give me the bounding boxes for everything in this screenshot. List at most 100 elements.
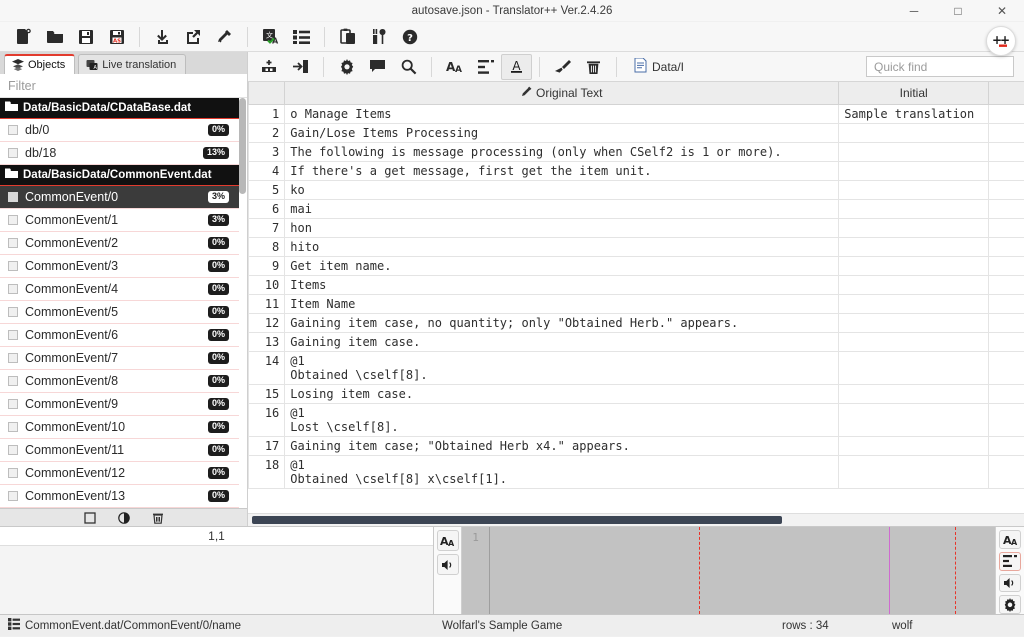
cell-original-text[interactable]: Items [285, 275, 839, 294]
font-size-icon[interactable]: AA [999, 530, 1021, 549]
select-all-icon[interactable] [84, 512, 96, 524]
font-size-icon[interactable]: AA [437, 530, 459, 551]
cell-machine-translation[interactable] [989, 180, 1024, 199]
row-number[interactable]: 5 [249, 180, 285, 199]
checkbox[interactable] [8, 330, 18, 340]
table-row[interactable]: 8hito [249, 237, 1024, 256]
table-row[interactable]: 5ko [249, 180, 1024, 199]
cell-initial[interactable] [839, 256, 989, 275]
minimize-button[interactable]: ─ [892, 0, 936, 22]
column-header-rownum[interactable] [249, 82, 285, 104]
checkbox[interactable] [8, 215, 18, 225]
cell-original-text[interactable]: o Manage Items [285, 104, 839, 123]
row-number[interactable]: 13 [249, 332, 285, 351]
table-row[interactable]: 13Gaining item case. [249, 332, 1024, 351]
export-icon[interactable] [178, 24, 209, 50]
checkbox[interactable] [8, 238, 18, 248]
table-row[interactable]: 11Item Name [249, 294, 1024, 313]
cell-initial[interactable] [839, 161, 989, 180]
maximize-button[interactable]: □ [936, 0, 980, 22]
table-row[interactable]: 14@1 Obtained \cself[8]. [249, 351, 1024, 384]
cell-initial[interactable] [839, 218, 989, 237]
save-as-icon[interactable]: AS [101, 24, 132, 50]
cell-machine-translation[interactable] [989, 351, 1024, 384]
speak-icon[interactable] [437, 554, 459, 575]
cell-original-text[interactable]: Item Name [285, 294, 839, 313]
tree-node-CommonEvent-7[interactable]: CommonEvent/70% [0, 347, 239, 370]
checkbox[interactable] [8, 148, 18, 158]
checkbox[interactable] [8, 491, 18, 501]
checkbox[interactable] [8, 192, 18, 202]
cell-original-text[interactable]: Gaining item case, no quantity; only "Ob… [285, 313, 839, 332]
machine-translate-icon[interactable]: 文A [255, 24, 286, 50]
settings-icon[interactable] [999, 595, 1021, 614]
new-project-icon[interactable] [8, 24, 39, 50]
tree-node-CommonEvent-13[interactable]: CommonEvent/130% [0, 485, 239, 508]
row-number[interactable]: 4 [249, 161, 285, 180]
cell-machine-translation[interactable] [989, 403, 1024, 436]
cell-initial[interactable] [839, 384, 989, 403]
trash-icon[interactable] [578, 54, 609, 80]
quick-find-input[interactable]: Quick find [866, 56, 1014, 77]
cell-initial[interactable] [839, 403, 989, 436]
tree-node-db-18[interactable]: db/1813% [0, 142, 239, 165]
checkbox[interactable] [8, 353, 18, 363]
tree-node-CommonEvent-8[interactable]: CommonEvent/80% [0, 370, 239, 393]
column-header-machine[interactable]: Machine translation [989, 82, 1024, 104]
cell-initial[interactable] [839, 332, 989, 351]
settings-icon[interactable] [331, 54, 362, 80]
row-number[interactable]: 16 [249, 403, 285, 436]
tab-objects[interactable]: Objects [4, 54, 75, 74]
search-icon[interactable] [393, 54, 424, 80]
tree-node-CommonEvent-12[interactable]: CommonEvent/120% [0, 462, 239, 485]
row-number[interactable]: 17 [249, 436, 285, 455]
row-number[interactable]: 9 [249, 256, 285, 275]
cell-initial[interactable] [839, 455, 989, 488]
filter-input[interactable]: Filter [0, 74, 247, 98]
cell-original-text[interactable]: @1 Lost \cself[8]. [285, 403, 839, 436]
checkbox[interactable] [8, 422, 18, 432]
cell-machine-translation[interactable] [989, 384, 1024, 403]
tree-node-db-0[interactable]: db/00% [0, 119, 239, 142]
cell-original-text[interactable]: mai [285, 199, 839, 218]
cell-original-text[interactable]: @1 Obtained \cself[8]. [285, 351, 839, 384]
row-number[interactable]: 6 [249, 199, 285, 218]
checkbox[interactable] [8, 445, 18, 455]
grid-horizontal-scrollbar-thumb[interactable] [252, 516, 782, 524]
row-number[interactable]: 15 [249, 384, 285, 403]
row-number[interactable]: 2 [249, 123, 285, 142]
row-number[interactable]: 8 [249, 237, 285, 256]
cell-initial[interactable] [839, 313, 989, 332]
help-icon[interactable]: ? [394, 24, 425, 50]
inject-icon[interactable] [209, 24, 240, 50]
tools-icon[interactable] [363, 24, 394, 50]
list-icon[interactable] [286, 24, 317, 50]
close-button[interactable]: ✕ [980, 0, 1024, 22]
tree-group[interactable]: Data/BasicData/CDataBase.dat [0, 98, 239, 119]
cell-original-text[interactable]: hon [285, 218, 839, 237]
current-document[interactable]: Data/I [624, 58, 694, 76]
tab-live-translation[interactable]: A Live translation [78, 54, 186, 74]
table-row[interactable]: 7hon [249, 218, 1024, 237]
sidebar-scrollbar[interactable] [239, 98, 246, 508]
column-header-initial[interactable]: Initial [839, 82, 989, 104]
table-row[interactable]: 15Losing item case. [249, 384, 1024, 403]
cell-original-text[interactable]: Gain/Lose Items Processing [285, 123, 839, 142]
cell-initial[interactable]: Sample translation [839, 104, 989, 123]
grid-scroll-area[interactable]: Original Text Initial Machine translatio… [248, 82, 1024, 513]
cell-machine-translation[interactable] [989, 455, 1024, 488]
tree-node-CommonEvent-5[interactable]: CommonEvent/50% [0, 301, 239, 324]
tree-group[interactable]: Data/BasicData/CommonEvent.dat [0, 165, 239, 186]
cell-original-text[interactable]: The following is message processing (onl… [285, 142, 839, 161]
cell-initial[interactable] [839, 275, 989, 294]
clear-format-icon[interactable] [547, 54, 578, 80]
row-number[interactable]: 1 [249, 104, 285, 123]
save-icon[interactable] [70, 24, 101, 50]
cell-initial[interactable] [839, 351, 989, 384]
tree-node-CommonEvent-6[interactable]: CommonEvent/60% [0, 324, 239, 347]
cell-machine-translation[interactable] [989, 218, 1024, 237]
checkbox[interactable] [8, 468, 18, 478]
table-row[interactable]: 6mai [249, 199, 1024, 218]
table-row[interactable]: 4If there's a get message, first get the… [249, 161, 1024, 180]
cell-initial[interactable] [839, 180, 989, 199]
